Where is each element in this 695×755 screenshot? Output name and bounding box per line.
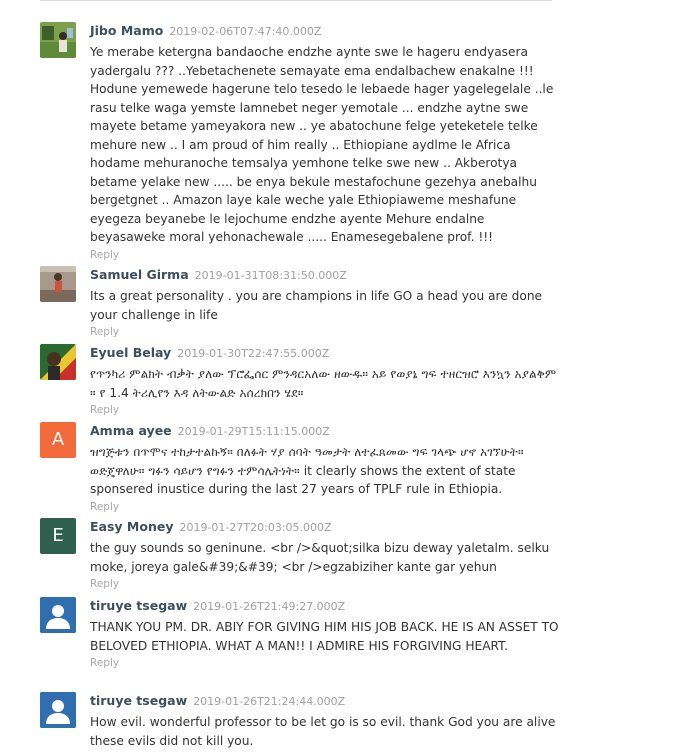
comment-timestamp[interactable]: 2019-01-26T21:49:27.000Z (193, 600, 345, 613)
comment-author[interactable]: Amma ayee (90, 423, 172, 438)
comment-author[interactable]: Jibo Mamo (90, 23, 163, 38)
letter-avatar[interactable]: E (40, 518, 76, 554)
comment-timestamp[interactable]: 2019-01-29T15:11:15.000Z (178, 425, 330, 438)
default-user-icon (40, 692, 76, 728)
comment-text: THANK YOU PM. DR. ABIY FOR GIVING HIM HI… (90, 620, 559, 653)
comment-text: the guy sounds so geninune. <br />&quot;… (90, 541, 550, 574)
reply-button[interactable]: Reply (90, 501, 560, 513)
letter-avatar[interactable]: A (40, 422, 76, 458)
default-user-icon (40, 597, 76, 633)
comment-author[interactable]: tiruye tsegaw (90, 598, 187, 613)
user-avatar[interactable] (40, 692, 76, 728)
user-avatar[interactable] (40, 344, 76, 380)
comment-text: Ye merabe ketergna bandaoche endzhe aynt… (90, 45, 554, 244)
reply-button[interactable]: Reply (90, 657, 560, 669)
comment-header: Amma ayee 2019-01-29T15:11:15.000Z (90, 422, 560, 440)
comment-header: Eyuel Belay 2019-01-30T22:47:55.000Z (90, 344, 560, 362)
photo-avatar-icon (40, 344, 76, 380)
comment-text: How evil. wonderful professor to be let … (90, 715, 556, 748)
comment-author[interactable]: Eyuel Belay (90, 345, 171, 360)
comment-header: Easy Money 2019-01-27T20:03:05.000Z (90, 518, 560, 536)
reply-button[interactable]: Reply (90, 249, 560, 261)
comment-timestamp[interactable]: 2019-01-26T21:24:44.000Z (193, 695, 345, 708)
comment-header: Jibo Mamo 2019-02-06T07:47:40.000Z (90, 22, 560, 40)
comment-author[interactable]: Easy Money (90, 519, 173, 534)
comment-timestamp[interactable]: 2019-02-06T07:47:40.000Z (169, 25, 321, 38)
reply-button[interactable]: Reply (90, 326, 560, 338)
photo-avatar-icon (40, 266, 76, 302)
photo-avatar-icon (40, 22, 76, 58)
comment-text: የጥንካሪ ምልክት ብቃት ያለው ፕሮፌሰር ምንዳርአለው ዘውዱ። አይ… (90, 367, 557, 400)
reply-button[interactable]: Reply (90, 578, 560, 590)
comment-timestamp[interactable]: 2019-01-30T22:47:55.000Z (177, 347, 329, 360)
comment-timestamp[interactable]: 2019-01-31T08:31:50.000Z (195, 269, 347, 282)
top-divider (40, 0, 552, 1)
comment-timestamp[interactable]: 2019-01-27T20:03:05.000Z (179, 521, 331, 534)
comment-header: tiruye tsegaw 2019-01-26T21:24:44.000Z (90, 692, 560, 710)
user-avatar[interactable] (40, 266, 76, 302)
comment-text: Its a great personality . you are champi… (90, 289, 543, 322)
comment-header: tiruye tsegaw 2019-01-26T21:49:27.000Z (90, 597, 560, 615)
reply-button[interactable]: Reply (90, 404, 560, 416)
comment-author[interactable]: tiruye tsegaw (90, 693, 187, 708)
user-avatar[interactable] (40, 597, 76, 633)
user-avatar[interactable] (40, 22, 76, 58)
comment-text: ዝግጅቱን በጥሞና ተከታተልኩኝ። በለፉት ሃያ ሰባት ዓመታት ለተፈ… (90, 445, 524, 496)
comment-header: Samuel Girma 2019-01-31T08:31:50.000Z (90, 266, 560, 284)
comment-author[interactable]: Samuel Girma (90, 267, 189, 282)
